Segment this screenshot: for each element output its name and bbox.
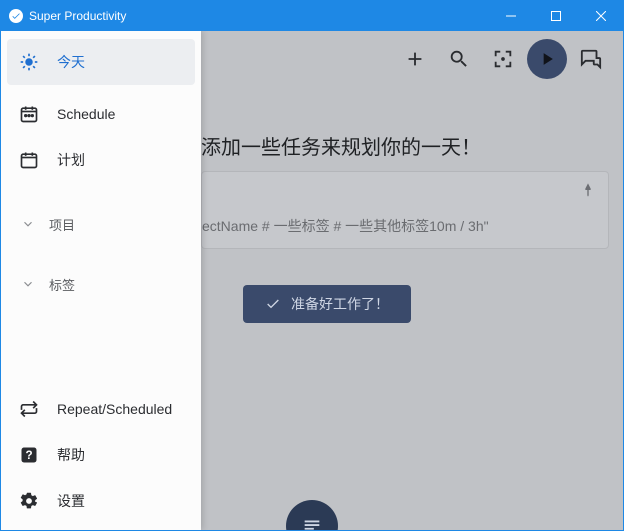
ready-to-work-button[interactable]: 准备好工作了！: [243, 285, 411, 323]
sidebar-item-schedule[interactable]: Schedule: [1, 91, 201, 137]
sidebar-item-tags[interactable]: 标签: [1, 261, 201, 307]
sun-icon: [19, 52, 39, 72]
check-icon: [265, 296, 281, 312]
top-toolbar: [395, 31, 623, 87]
play-button[interactable]: [527, 39, 567, 79]
sidebar-label: 设置: [57, 491, 85, 511]
sidebar-group-main: Schedule 计划: [1, 91, 201, 183]
calendar-icon: [19, 150, 39, 170]
app-logo-icon: [9, 9, 23, 23]
calendar-dots-icon: [19, 104, 39, 124]
chevron-down-icon: [21, 217, 35, 231]
close-button[interactable]: [578, 1, 623, 31]
sidebar-item-projects[interactable]: 项目: [1, 201, 201, 247]
repeat-icon: [19, 399, 39, 419]
sidebar-label: 计划: [57, 150, 85, 170]
titlebar: Super Productivity: [1, 1, 623, 31]
ready-button-label: 准备好工作了！: [291, 294, 389, 314]
chevron-down-icon: [21, 277, 35, 291]
sidebar-label: 项目: [49, 215, 75, 234]
sidebar-item-today[interactable]: 今天: [7, 39, 195, 85]
app-window: Super Productivity: [0, 0, 624, 531]
task-input-hint: ectName # 一些标签 # 一些其他标签10m / 3h": [202, 216, 489, 236]
sidebar: 今天 Schedule 计划 项目 标签: [1, 31, 201, 530]
add-task-card[interactable]: ectName # 一些标签 # 一些其他标签10m / 3h": [201, 171, 609, 249]
gear-icon: [19, 491, 39, 511]
app-body: 添加一些任务来规划你的一天！ ectName # 一些标签 # 一些其他标签10…: [1, 31, 623, 530]
help-icon: ?: [19, 445, 39, 465]
sidebar-item-plan[interactable]: 计划: [1, 137, 201, 183]
search-button[interactable]: [439, 39, 479, 79]
sidebar-label: 标签: [49, 275, 75, 294]
pin-icon[interactable]: [580, 182, 596, 203]
window-controls: [488, 1, 623, 31]
minimize-button[interactable]: [488, 1, 533, 31]
sidebar-label: 今天: [57, 52, 85, 72]
focus-button[interactable]: [483, 39, 523, 79]
sidebar-label: Schedule: [57, 106, 115, 122]
maximize-button[interactable]: [533, 1, 578, 31]
window-title: Super Productivity: [29, 9, 488, 23]
sidebar-label: Repeat/Scheduled: [57, 401, 172, 417]
bottom-fab[interactable]: [286, 500, 338, 530]
notes-button[interactable]: [571, 39, 611, 79]
sidebar-item-help[interactable]: ? 帮助: [1, 432, 201, 478]
sidebar-item-repeat[interactable]: Repeat/Scheduled: [1, 386, 201, 432]
add-button[interactable]: [395, 39, 435, 79]
empty-state-heading: 添加一些任务来规划你的一天！: [201, 131, 481, 160]
sidebar-item-settings[interactable]: 设置: [1, 478, 201, 524]
sidebar-label: 帮助: [57, 445, 85, 465]
svg-text:?: ?: [25, 449, 32, 462]
